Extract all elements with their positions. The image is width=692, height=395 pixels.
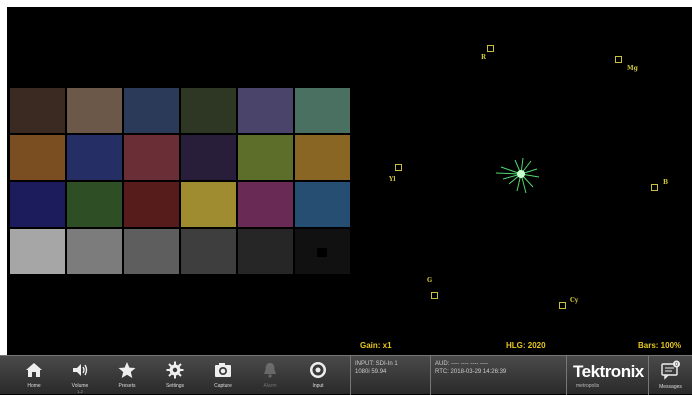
brand-logo: Tektronix metropolis [566, 356, 648, 395]
target-label-g: G [427, 277, 433, 284]
vectorscope-trace [495, 157, 540, 194]
volume-channel-label: 1-2 [77, 389, 83, 394]
target-label-yl: Yl [389, 176, 396, 183]
color-patch [295, 135, 350, 180]
color-patch [181, 88, 236, 133]
target-box-cy [559, 302, 566, 309]
color-patch [181, 135, 236, 180]
input-label: Input [312, 383, 324, 389]
black-patch-marker [317, 248, 327, 257]
audio-rtc-panel: AUD: ---- ---- ---- ---- RTC: 2018-03-29… [430, 356, 566, 395]
gear-icon [166, 361, 184, 379]
hlg-readout: HLG: 2020 [506, 341, 546, 350]
brand-name: Tektronix [573, 362, 644, 381]
target-label-r: R [481, 54, 486, 61]
color-patch [67, 229, 122, 274]
color-patch [124, 88, 179, 133]
bell-icon [264, 363, 276, 378]
color-checker-chart [10, 88, 350, 274]
target-box-mg [615, 56, 622, 63]
presets-button[interactable]: Presets [107, 356, 147, 395]
input-connector-icon [310, 362, 326, 378]
home-label: Home [27, 383, 41, 389]
brand-subtitle: metropolis [576, 383, 600, 389]
target-box-r [487, 45, 494, 52]
audio-status-text: AUD: ---- ---- ---- ---- [435, 361, 488, 367]
target-box-b [651, 184, 658, 191]
rtc-clock-text: RTC: 2018-03-29 14:26:39 [435, 369, 507, 375]
picture-display [7, 7, 353, 355]
color-patch [238, 135, 293, 180]
capture-label: Capture [214, 383, 232, 389]
volume-button[interactable]: Volume 1-2 [60, 356, 100, 395]
input-source-text: INPUT: SDI-In 1 [355, 361, 398, 367]
color-patch [10, 182, 65, 227]
color-patch [295, 182, 350, 227]
color-patch [238, 229, 293, 274]
color-patch [10, 88, 65, 133]
input-status-panel: INPUT: SDI-In 1 1080i 59.94 [350, 356, 430, 395]
input-button[interactable]: Input [298, 356, 338, 395]
color-patch [67, 135, 122, 180]
messages-label: Messages [659, 384, 682, 390]
speaker-icon [73, 364, 88, 376]
color-patch [67, 182, 122, 227]
bars-readout: Bars: 100% [638, 341, 682, 350]
alarm-button[interactable]: Alarm [250, 356, 290, 395]
video-format-text: 1080i 59.94 [355, 369, 387, 375]
star-icon [118, 362, 136, 378]
target-box-yl [395, 164, 402, 171]
waveform-monitor-screen: R Mg Yl B G Cy Gain: x1 HLG: 2020 Bars: … [0, 0, 692, 395]
color-patch [67, 88, 122, 133]
color-patch [10, 135, 65, 180]
presets-label: Presets [118, 383, 136, 389]
color-patch [10, 229, 65, 274]
color-patch [295, 88, 350, 133]
messages-button[interactable]: 0 Messages [648, 356, 692, 395]
message-icon: 0 [661, 360, 680, 380]
settings-label: Settings [165, 383, 185, 389]
home-button[interactable]: Home [14, 356, 54, 395]
capture-button[interactable]: Capture [203, 356, 243, 395]
target-label-cy: Cy [570, 297, 579, 304]
color-patch [124, 182, 179, 227]
color-patch [238, 182, 293, 227]
message-count: 0 [675, 362, 678, 368]
alarm-label: Alarm [263, 383, 277, 389]
target-label-mg: Mg [627, 65, 638, 72]
left-border [0, 0, 7, 355]
color-patch [238, 88, 293, 133]
color-patch [181, 229, 236, 274]
bottom-toolbar: Home Volume 1-2 Presets Settings Capture… [0, 355, 692, 395]
home-icon [26, 363, 42, 377]
top-border [0, 0, 692, 7]
color-patch [124, 135, 179, 180]
camera-icon [215, 363, 231, 377]
gain-readout: Gain: x1 [360, 341, 392, 350]
vectorscope-display: R Mg Yl B G Cy [353, 7, 692, 355]
target-label-b: B [663, 179, 669, 186]
color-patch [124, 229, 179, 274]
color-patch [181, 182, 236, 227]
target-box-g [431, 292, 438, 299]
settings-button[interactable]: Settings [155, 356, 195, 395]
